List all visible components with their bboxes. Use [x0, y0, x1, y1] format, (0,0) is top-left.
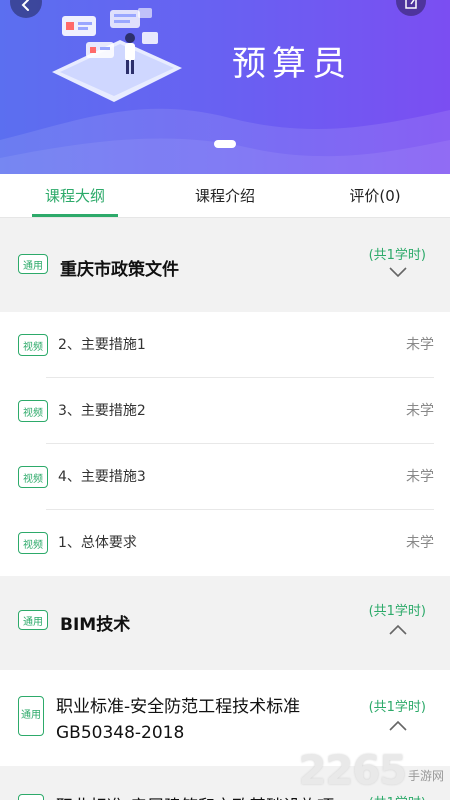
- section-hours: (共1学时): [368, 248, 426, 263]
- lesson-status: 未学: [406, 403, 434, 419]
- lesson-title: 1、总体要求: [58, 535, 137, 551]
- section-header-chongqing-policy[interactable]: 通用 重庆市政策文件 (共1学时): [0, 218, 450, 310]
- chevron-up-icon[interactable]: [388, 720, 408, 732]
- hero-title: 预算员: [232, 44, 352, 84]
- lesson-title: 3、主要措施2: [58, 403, 146, 419]
- hero-banner: 预算员: [0, 0, 450, 174]
- lesson-row[interactable]: 视频 2、主要措施1 未学: [0, 312, 450, 378]
- chevron-left-icon: [21, 0, 29, 11]
- section-hours: (共1学时): [368, 604, 426, 619]
- video-badge: 视频: [18, 532, 48, 554]
- tab-introduction[interactable]: 课程介绍: [150, 174, 300, 217]
- video-badge: 视频: [18, 334, 48, 356]
- course-detail-page: 预算员 课程大纲 课程介绍 评价(0) 通用 重庆市政策文件 (共1学时) 视频…: [0, 0, 450, 800]
- section-hours: (共1学时): [368, 700, 426, 715]
- general-badge: 通用: [18, 794, 44, 800]
- site-watermark: 2265 手游网: [299, 748, 444, 794]
- lesson-title: 2、主要措施1: [58, 337, 146, 353]
- lesson-row[interactable]: 视频 4、主要措施3 未学: [0, 444, 450, 510]
- lesson-title: 4、主要措施3: [58, 469, 146, 485]
- lesson-row[interactable]: 视频 3、主要措施2 未学: [0, 378, 450, 444]
- chevron-up-icon[interactable]: [388, 624, 408, 636]
- tab-bar: 课程大纲 课程介绍 评价(0): [0, 174, 450, 218]
- share-icon: [405, 0, 417, 9]
- lesson-status: 未学: [406, 535, 434, 551]
- banner-pager-indicator[interactable]: [214, 140, 236, 148]
- video-badge: 视频: [18, 400, 48, 422]
- general-badge: 通用: [18, 610, 48, 630]
- general-badge: 通用: [18, 696, 44, 736]
- lesson-row[interactable]: 视频 1、总体要求 未学: [0, 510, 450, 576]
- section-title: 职业标准-房屋建筑和市政基础设施项: [56, 792, 334, 800]
- watermark-text: 手游网: [407, 769, 444, 783]
- section-title: 重庆市政策文件: [60, 260, 179, 280]
- section-title: BIM技术: [60, 615, 131, 635]
- watermark-number: 2265: [298, 748, 407, 794]
- tab-reviews[interactable]: 评价(0): [300, 174, 450, 217]
- chevron-down-icon[interactable]: [388, 266, 408, 278]
- lesson-status: 未学: [406, 469, 434, 485]
- general-badge: 通用: [18, 254, 48, 274]
- tab-outline[interactable]: 课程大纲: [0, 174, 150, 217]
- section-header-bim[interactable]: 通用 BIM技术 (共1学时): [0, 576, 450, 668]
- presentation-illustration: [52, 8, 182, 102]
- lesson-status: 未学: [406, 337, 434, 353]
- section-title: 职业标准-安全防范工程技术标准 GB50348-2018: [56, 697, 301, 743]
- video-badge: 视频: [18, 466, 48, 488]
